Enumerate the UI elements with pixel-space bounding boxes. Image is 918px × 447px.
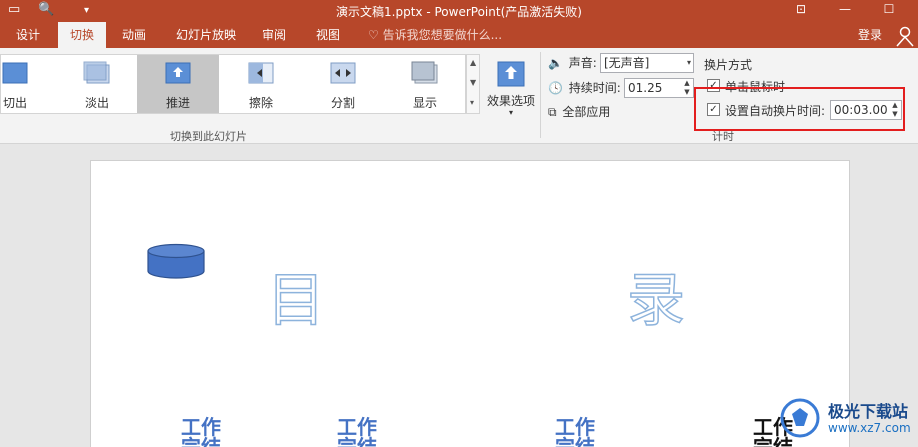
tab-view[interactable]: 视图 (310, 22, 346, 48)
apply-all-button[interactable]: ⧉ 全部应用 (548, 103, 610, 120)
sound-row: 🔈 声音: (548, 54, 597, 71)
transition-label: 推进 (165, 96, 190, 110)
sound-label: 声音: (568, 56, 597, 70)
transition-label: 显示 (412, 96, 437, 110)
transition-gallery: 切出 淡出 推进 擦除 分割 显示 (0, 54, 466, 114)
effect-options-icon (497, 61, 525, 87)
watermark-name: 极光下载站 (828, 402, 909, 421)
tab-transitions[interactable]: 切换 (58, 22, 106, 48)
transition-push[interactable]: 推进 (137, 55, 219, 113)
effect-options-label: 效果选项 (486, 94, 535, 108)
transition-wipe[interactable]: 擦除 (233, 55, 289, 113)
sound-value: [无声音] (604, 56, 650, 70)
ribbon-tab-bar: 设计 切换 动画 幻灯片放映 审阅 视图 ♡ 告诉我您想要做什么... 登录 (0, 22, 918, 48)
slide-item: 工作 完结 (337, 415, 377, 447)
transition-label: 分割 (330, 96, 355, 110)
title-bar: ▭ 🔍 ▾ 演示文稿1.pptx - PowerPoint(产品激活失败) ⊡ … (0, 0, 918, 22)
tab-animations[interactable]: 动画 (116, 22, 152, 48)
gallery-more-icon[interactable]: ▾ (470, 98, 474, 107)
cut-transition-icon (2, 62, 28, 84)
clock-icon: 🕓 (548, 81, 563, 95)
apply-all-icon: ⧉ (548, 105, 557, 119)
duration-value: 01.25 (628, 81, 663, 95)
push-transition-icon (165, 62, 191, 84)
duration-row: 🕓 持续时间: (548, 79, 621, 96)
slide-item: 工作 完结 (181, 415, 221, 447)
apply-all-label: 全部应用 (562, 105, 611, 119)
watermark-url: www.xz7.com (828, 421, 911, 435)
transition-split[interactable]: 分割 (315, 55, 371, 113)
wipe-transition-icon (248, 62, 274, 84)
effect-options-button[interactable]: 效果选项 ▾ (484, 58, 538, 118)
title-char-mu: 目 (266, 265, 326, 335)
stepper-arrows-icon[interactable]: ▲ ▼ (681, 79, 693, 97)
tab-review[interactable]: 审阅 (256, 22, 292, 48)
speaker-icon: 🔈 (548, 56, 563, 70)
transition-label: 擦除 (248, 96, 273, 110)
tab-slideshow[interactable]: 幻灯片放映 (170, 22, 242, 48)
duration-stepper[interactable]: 01.25 ▲ ▼ (624, 78, 694, 98)
transition-label: 淡出 (84, 96, 109, 110)
sound-dropdown[interactable]: [无声音] ▾ (600, 53, 694, 73)
group-label-transition: 切换到此幻灯片 (170, 130, 247, 143)
minimize-button[interactable]: — (834, 2, 856, 16)
transition-reveal[interactable]: 显示 (397, 55, 453, 113)
tell-me-text: 告诉我您想要做什么... (382, 28, 503, 42)
transition-label: 切出 (2, 96, 27, 110)
gallery-scrollbar[interactable]: ▲ ▼ ▾ (466, 54, 480, 114)
reveal-transition-icon (411, 61, 438, 84)
lightbulb-icon: ♡ (368, 28, 383, 42)
login-link[interactable]: 登录 (858, 22, 882, 48)
fade-transition-icon (83, 61, 110, 84)
scroll-up-icon[interactable]: ▲ (470, 58, 476, 67)
group-divider (540, 52, 541, 138)
duration-label: 持续时间: (568, 81, 621, 95)
window-title: 演示文稿1.pptx - PowerPoint(产品激活失败) (336, 5, 582, 19)
tab-design[interactable]: 设计 (10, 22, 46, 48)
scroll-down-icon[interactable]: ▼ (470, 78, 476, 87)
transition-cut[interactable]: 切出 (0, 55, 43, 113)
split-transition-icon (330, 62, 356, 84)
tell-me-box[interactable]: ♡ 告诉我您想要做什么... (368, 22, 502, 48)
slide-canvas[interactable]: 目 录 工作 完结 工作 完结 工作 完结 工作 完结 (90, 160, 850, 447)
cylinder-shape[interactable] (146, 243, 206, 281)
chevron-down-icon: ▾ (508, 108, 513, 117)
transition-fade[interactable]: 淡出 (69, 55, 125, 113)
highlight-box (694, 87, 905, 131)
advance-title: 换片方式 (704, 58, 753, 72)
user-icon[interactable] (892, 24, 918, 48)
title-char-lu: 录 (626, 265, 686, 335)
maximize-button[interactable]: ☐ (878, 2, 900, 16)
chevron-down-icon: ▾ (686, 58, 691, 67)
ribbon-display-options-icon[interactable]: ⊡ (790, 2, 812, 16)
slide-item: 工作 完结 (555, 415, 595, 447)
